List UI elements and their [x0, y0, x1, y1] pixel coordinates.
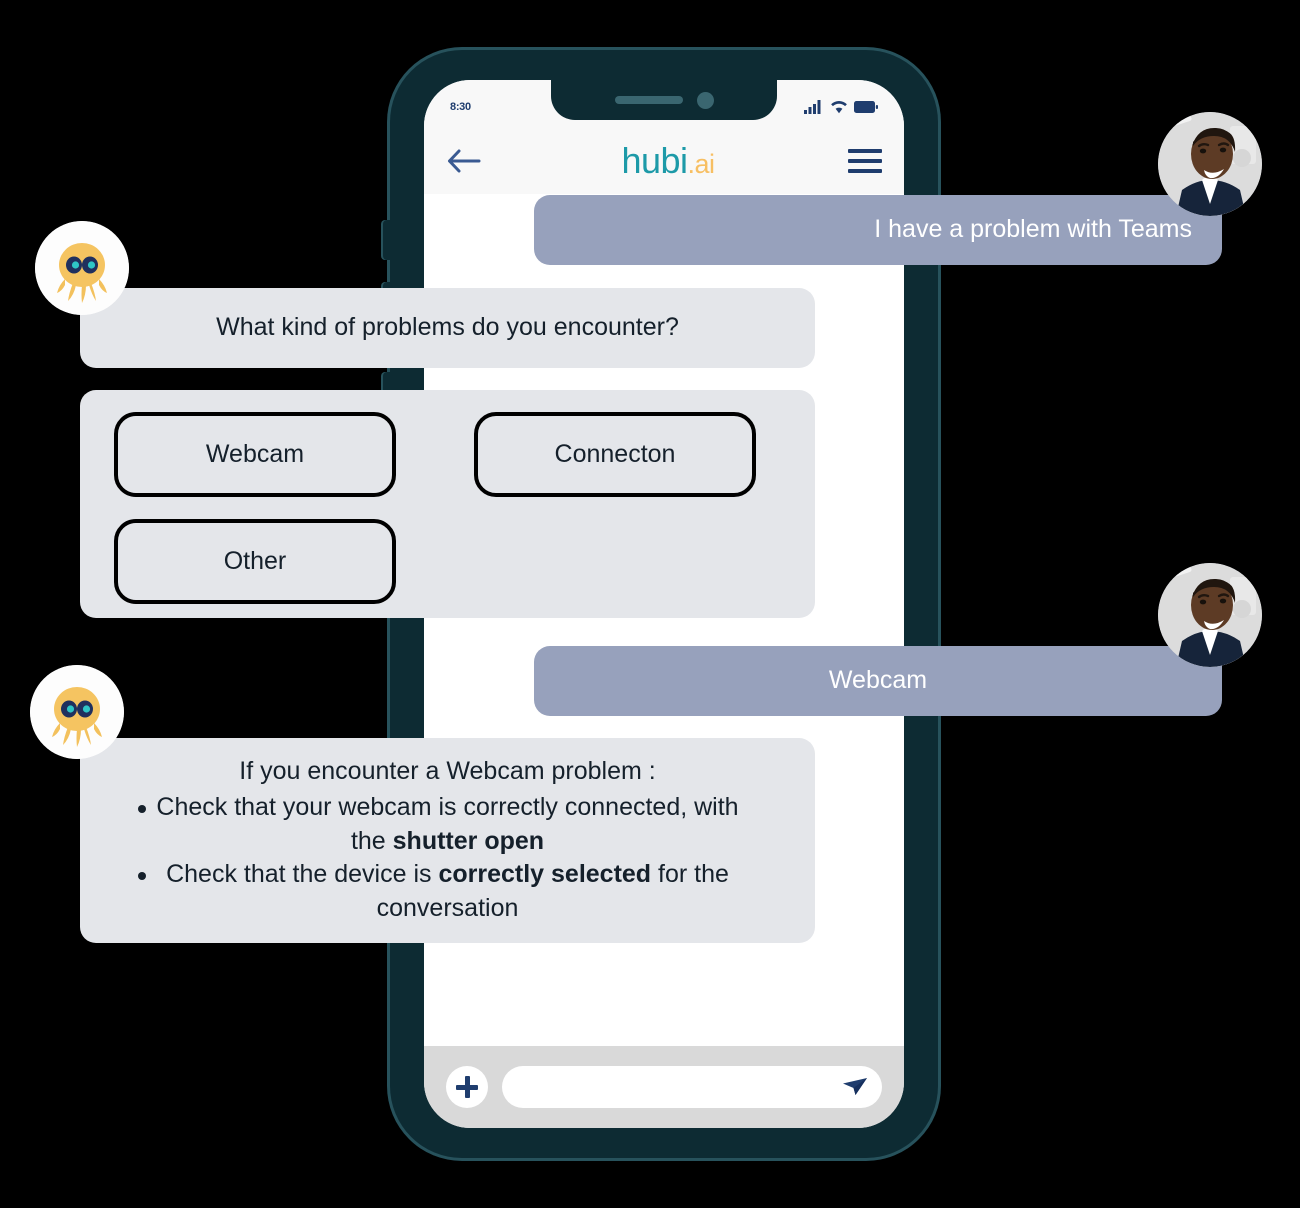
- quick-reply-other[interactable]: Other: [114, 519, 396, 604]
- logo-text-suffix: .ai: [687, 149, 716, 179]
- chat-bubble-bot: What kind of problems do you encounter?: [80, 288, 815, 368]
- quick-reply-row: Other: [114, 519, 781, 626]
- logo-text-primary: hubi: [621, 140, 688, 181]
- quick-reply-options: Webcam Connecton Other: [80, 390, 815, 618]
- chat-bubble-text: I have a problem with Teams: [874, 215, 1192, 244]
- app-logo: hubi.ai: [621, 140, 716, 181]
- octopus-icon: [30, 665, 124, 759]
- plus-icon[interactable]: [446, 1066, 488, 1108]
- answer-bullet-item: Check that the device is correctly selec…: [106, 858, 789, 926]
- front-camera-icon: [696, 91, 714, 109]
- user-photo-avatar: [1158, 112, 1262, 216]
- earpiece-speaker-icon: [614, 96, 683, 104]
- octopus-bot-avatar: [30, 665, 124, 759]
- chat-bubble-user: Webcam: [534, 646, 1222, 716]
- answer-heading: If you encounter a Webcam problem :: [239, 757, 656, 786]
- octopus-icon: [35, 221, 129, 315]
- screenshot-canvas: 8:30 hubi.ai I have a problem with Teams…: [0, 0, 1300, 1208]
- chat-bubble-bot-answer: If you encounter a Webcam problem : Chec…: [80, 738, 815, 943]
- app-header: hubi.ai: [424, 128, 904, 194]
- avatar-photo: [1158, 112, 1262, 216]
- hamburger-menu-icon[interactable]: [848, 149, 882, 173]
- bullet-dot-icon: [138, 804, 146, 813]
- quick-reply-connecton[interactable]: Connecton: [474, 412, 756, 497]
- bullet-dot-icon: [138, 872, 146, 881]
- hamburger-line: [848, 169, 882, 173]
- chat-bubble-text: Webcam: [828, 666, 928, 695]
- message-input[interactable]: [502, 1066, 882, 1108]
- status-bar-time: 8:30: [450, 101, 471, 113]
- message-input-wrapper: [502, 1066, 882, 1108]
- bullet-text-bold: shutter open: [392, 826, 545, 855]
- hamburger-line: [848, 149, 882, 153]
- signal-bars-icon: [804, 100, 821, 114]
- phone-silent-switch[interactable]: [383, 220, 391, 260]
- user-photo-avatar: [1158, 563, 1262, 667]
- back-arrow-icon[interactable]: [446, 148, 482, 174]
- octopus-bot-avatar: [35, 221, 129, 315]
- bullet-text-bold: correctly selected: [438, 860, 652, 889]
- answer-bullet-list: Check that your webcam is correctly conn…: [106, 791, 789, 926]
- status-bar-icons: [804, 100, 878, 114]
- chat-bubble-user: I have a problem with Teams: [534, 195, 1222, 265]
- chat-bubble-text: What kind of problems do you encounter?: [216, 313, 679, 342]
- answer-bullet-item: Check that your webcam is correctly conn…: [106, 791, 789, 859]
- bullet-text-plain-before: Check that the device is: [166, 860, 439, 889]
- send-paper-plane-icon[interactable]: [842, 1074, 868, 1100]
- avatar-photo: [1158, 563, 1262, 667]
- hamburger-line: [848, 159, 882, 163]
- phone-notch: [551, 80, 777, 120]
- quick-reply-row: Webcam Connecton: [114, 412, 781, 519]
- battery-icon: [854, 101, 878, 113]
- wifi-icon: [831, 101, 847, 114]
- quick-reply-webcam[interactable]: Webcam: [114, 412, 396, 497]
- message-composer: [424, 1046, 904, 1128]
